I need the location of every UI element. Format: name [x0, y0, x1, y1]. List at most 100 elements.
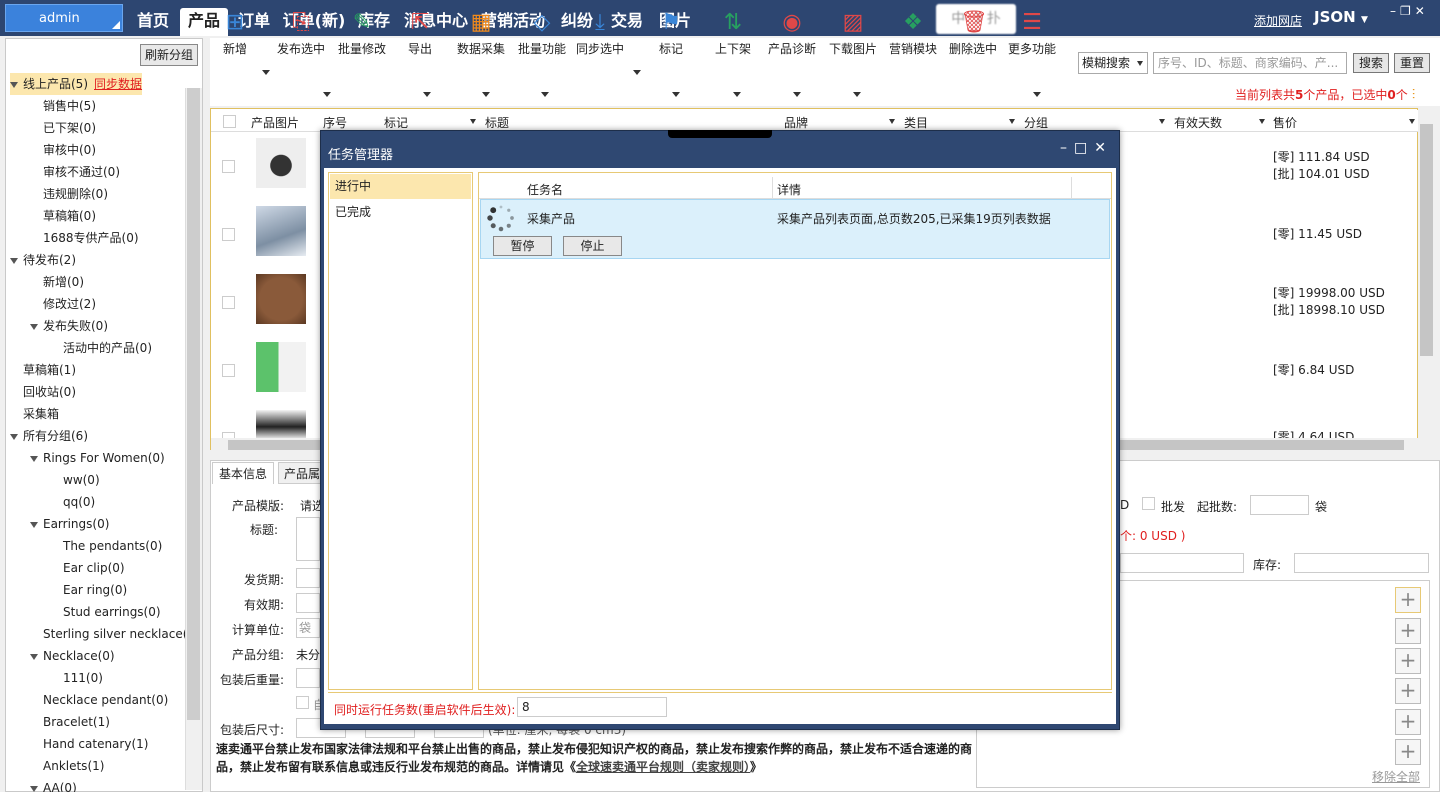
chevron-down-icon[interactable] — [672, 92, 680, 97]
restore-icon[interactable]: ❐ — [1400, 4, 1415, 18]
tree-node[interactable]: 已下架(0) — [43, 117, 96, 139]
chevron-down-icon[interactable] — [793, 92, 801, 97]
valid-input[interactable] — [296, 593, 320, 613]
ship-input[interactable] — [296, 568, 320, 588]
tree-node[interactable]: 审核中(0) — [43, 139, 96, 161]
reset-button[interactable]: 重置 — [1394, 53, 1430, 73]
remove-all-link[interactable]: 移除全部 — [1372, 768, 1420, 785]
chevron-down-icon[interactable] — [423, 92, 431, 97]
toolbar-button-0[interactable]: ⊞ 新增 — [222, 10, 248, 57]
add-image-icon[interactable]: + — [1395, 587, 1421, 613]
column-filter-icon[interactable] — [1009, 119, 1015, 124]
sku-input[interactable] — [1120, 553, 1244, 573]
row-checkbox[interactable] — [222, 160, 235, 173]
column-filter-icon[interactable] — [1409, 119, 1415, 124]
product-thumbnail[interactable] — [256, 342, 306, 392]
toolbar-button-5[interactable]: ◇ 批量功能 — [518, 10, 566, 57]
wholesale-checkbox[interactable] — [1142, 497, 1155, 510]
expand-arrow-icon[interactable] — [10, 257, 18, 264]
chevron-down-icon[interactable] — [262, 70, 270, 75]
toolbar-button-9[interactable]: ◉ 产品诊断 — [768, 10, 816, 57]
chevron-down-icon[interactable] — [733, 92, 741, 97]
tree-node[interactable]: Rings For Women(0) — [30, 447, 165, 469]
product-thumbnail[interactable] — [256, 206, 306, 256]
weight-input[interactable] — [296, 668, 320, 688]
toolbar-button-3[interactable]: ⇱ 导出 — [407, 10, 433, 57]
self-define-checkbox[interactable] — [296, 696, 309, 709]
tree-node[interactable]: 活动中的产品(0) — [63, 337, 152, 359]
store-dropdown[interactable]: JSON ▼ — [1314, 8, 1368, 26]
tree-node[interactable]: 回收站(0) — [23, 381, 76, 403]
toolbar-button-8[interactable]: ⇅ 上下架 — [715, 10, 751, 57]
toolbar-button-6[interactable]: ⤓ 同步选中 — [576, 10, 624, 57]
chevron-down-icon[interactable] — [541, 92, 549, 97]
tree-node[interactable]: Necklace(0) — [30, 645, 115, 667]
tab-in-progress[interactable]: 进行中 — [330, 174, 471, 199]
grid-vscroll-thumb[interactable] — [1420, 124, 1433, 356]
tree-node[interactable]: Hand catenary(1) — [43, 733, 148, 755]
close-icon[interactable]: ✕ — [1094, 140, 1113, 156]
search-button[interactable]: 搜索 — [1353, 53, 1389, 73]
expand-arrow-icon[interactable] — [10, 433, 18, 440]
account-switcher[interactable]: admin — [5, 4, 123, 32]
row-checkbox[interactable] — [222, 364, 235, 377]
tree-node[interactable]: 草稿箱(1) — [23, 359, 76, 381]
chevron-down-icon[interactable] — [853, 92, 861, 97]
tree-node[interactable]: qq(0) — [63, 491, 95, 513]
title-input[interactable] — [296, 517, 320, 561]
add-image-icon[interactable]: + — [1395, 618, 1421, 644]
add-image-icon[interactable]: + — [1395, 648, 1421, 674]
expand-arrow-icon[interactable] — [30, 785, 38, 792]
tree-node[interactable]: 违规删除(0) — [43, 183, 108, 205]
tree-node[interactable]: Anklets(1) — [43, 755, 104, 777]
window-controls[interactable]: –❐✕ — [1390, 4, 1429, 18]
chevron-down-icon[interactable] — [633, 70, 641, 75]
tree-node[interactable]: 修改过(2) — [43, 293, 96, 315]
column-filter-icon[interactable] — [1159, 119, 1165, 124]
tree-node[interactable]: 1688专供产品(0) — [43, 227, 139, 249]
column-header[interactable]: 品牌 — [784, 114, 808, 131]
toolbar-button-13[interactable]: ☰ 更多功能 — [1008, 10, 1056, 57]
column-filter-icon[interactable] — [1259, 119, 1265, 124]
tree-node[interactable]: Necklace pendant(0) — [43, 689, 168, 711]
tree-node[interactable]: 线上产品(5) 同步数据 — [10, 73, 143, 95]
concurrency-input[interactable]: 8 — [517, 697, 667, 717]
expand-arrow-icon[interactable] — [10, 81, 18, 88]
toolbar-button-7[interactable]: ⚑ 标记 — [658, 10, 684, 57]
row-checkbox[interactable] — [222, 228, 235, 241]
stock-input[interactable] — [1294, 553, 1429, 573]
min-batch-input[interactable] — [1250, 495, 1309, 515]
tree-node[interactable]: Bracelet(1) — [43, 711, 110, 733]
tree-node[interactable]: 采集箱 — [23, 403, 59, 425]
column-filter-icon[interactable] — [889, 119, 895, 124]
tree-node[interactable]: The pendants(0) — [63, 535, 162, 557]
tab-basic-info[interactable]: 基本信息 — [212, 462, 274, 484]
platform-rules-link[interactable]: 全球速卖通平台规则（卖家规则） — [576, 760, 750, 774]
expand-arrow-icon[interactable] — [30, 521, 38, 528]
toolbar-button-1[interactable]: ⎘ 发布选中 — [277, 10, 325, 57]
tree-node[interactable]: 111(0) — [63, 667, 103, 689]
toolbar-button-2[interactable]: ✎ 批量修改 — [338, 10, 386, 57]
tree-node[interactable]: Earrings(0) — [30, 513, 109, 535]
tree-node[interactable]: AA(0) — [30, 777, 77, 792]
add-image-icon[interactable]: + — [1395, 678, 1421, 704]
add-store-link[interactable]: 添加网店 — [1254, 12, 1302, 29]
maximize-icon[interactable]: □ — [1074, 140, 1094, 156]
sidebar-scroll-thumb[interactable] — [187, 88, 200, 720]
tree-node[interactable]: Stud earrings(0) — [63, 601, 161, 623]
tree-node[interactable]: 发布失败(0) — [30, 315, 108, 337]
column-header[interactable]: 有效天数 — [1174, 114, 1222, 131]
column-header[interactable]: 分组 — [1024, 114, 1048, 131]
column-header[interactable]: 类目 — [904, 114, 928, 131]
product-thumbnail[interactable] — [256, 410, 306, 438]
tree-node[interactable]: Sterling silver necklace( — [43, 623, 187, 645]
column-header[interactable]: 产品图片 — [251, 114, 299, 131]
minimize-icon[interactable]: – — [1060, 140, 1074, 156]
tree-node[interactable]: 新增(0) — [43, 271, 84, 293]
product-thumbnail[interactable] — [256, 274, 306, 324]
nav-tab-0[interactable]: 首页 — [130, 8, 176, 36]
column-header[interactable]: 售价 — [1273, 114, 1297, 131]
tree-node[interactable]: Ear ring(0) — [63, 579, 127, 601]
expand-arrow-icon[interactable] — [30, 653, 38, 660]
add-image-icon[interactable]: + — [1395, 709, 1421, 735]
